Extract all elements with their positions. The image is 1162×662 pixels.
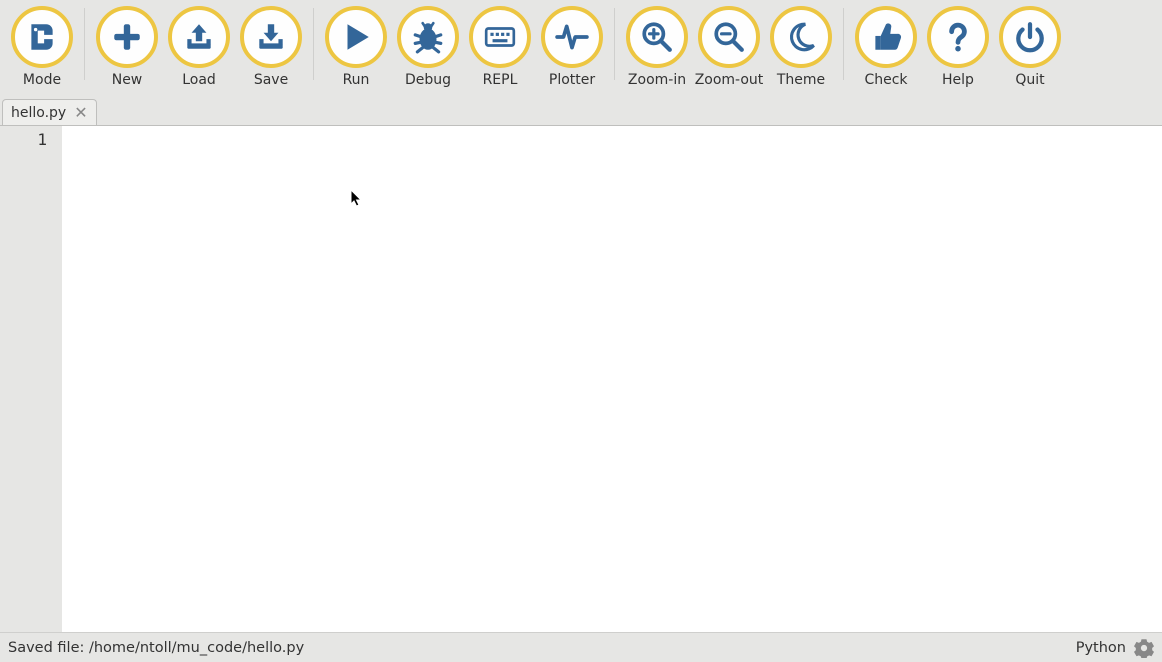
toolbar-group-0: Mode bbox=[2, 4, 82, 88]
toolbar: Mode New Load Save Run Debug REPL bbox=[0, 0, 1162, 98]
plotter-label: Plotter bbox=[549, 72, 595, 88]
save-label: Save bbox=[254, 72, 288, 88]
line-number: 1 bbox=[4, 130, 47, 149]
editor-pane: 1 bbox=[0, 126, 1162, 632]
tab-bar: hello.py ✕ bbox=[0, 98, 1162, 126]
zoom-out-label: Zoom-out bbox=[695, 72, 764, 88]
status-message: Saved file: /home/ntoll/mu_code/hello.py bbox=[8, 640, 304, 656]
close-icon[interactable]: ✕ bbox=[74, 105, 87, 121]
theme-label: Theme bbox=[777, 72, 825, 88]
toolbar-separator bbox=[84, 8, 85, 80]
bug-icon bbox=[397, 6, 459, 68]
repl-label: REPL bbox=[483, 72, 518, 88]
theme-button[interactable]: Theme bbox=[765, 4, 837, 88]
save-icon bbox=[240, 6, 302, 68]
mode-label: Mode bbox=[23, 72, 61, 88]
run-label: Run bbox=[343, 72, 370, 88]
moon-icon bbox=[770, 6, 832, 68]
toolbar-separator bbox=[614, 8, 615, 80]
help-icon bbox=[927, 6, 989, 68]
code-area[interactable] bbox=[62, 126, 1162, 632]
load-icon bbox=[168, 6, 230, 68]
thumbs-up-icon bbox=[855, 6, 917, 68]
zoom-in-icon bbox=[626, 6, 688, 68]
toolbar-group-2: Run Debug REPL Plotter bbox=[316, 4, 612, 88]
debug-button[interactable]: Debug bbox=[392, 4, 464, 88]
mode-button[interactable]: Mode bbox=[6, 4, 78, 88]
play-icon bbox=[325, 6, 387, 68]
plus-icon bbox=[96, 6, 158, 68]
load-label: Load bbox=[182, 72, 216, 88]
zoom-out-button[interactable]: Zoom-out bbox=[693, 4, 765, 88]
gear-icon bbox=[1134, 638, 1154, 658]
code-input[interactable] bbox=[68, 130, 1156, 628]
toolbar-group-3: Zoom-in Zoom-out Theme bbox=[617, 4, 841, 88]
save-button[interactable]: Save bbox=[235, 4, 307, 88]
toolbar-separator bbox=[313, 8, 314, 80]
toolbar-group-1: New Load Save bbox=[87, 4, 311, 88]
mode-icon bbox=[11, 6, 73, 68]
keyboard-icon bbox=[469, 6, 531, 68]
status-bar: Saved file: /home/ntoll/mu_code/hello.py… bbox=[0, 632, 1162, 662]
new-button[interactable]: New bbox=[91, 4, 163, 88]
pulse-icon bbox=[541, 6, 603, 68]
toolbar-separator bbox=[843, 8, 844, 80]
check-button[interactable]: Check bbox=[850, 4, 922, 88]
toolbar-group-4: Check Help Quit bbox=[846, 4, 1070, 88]
plotter-button[interactable]: Plotter bbox=[536, 4, 608, 88]
zoom-in-label: Zoom-in bbox=[628, 72, 686, 88]
file-tab[interactable]: hello.py ✕ bbox=[2, 99, 97, 125]
repl-button[interactable]: REPL bbox=[464, 4, 536, 88]
status-mode[interactable]: Python bbox=[1076, 640, 1126, 656]
power-icon bbox=[999, 6, 1061, 68]
new-label: New bbox=[112, 72, 143, 88]
zoom-out-icon bbox=[698, 6, 760, 68]
help-button[interactable]: Help bbox=[922, 4, 994, 88]
quit-label: Quit bbox=[1015, 72, 1044, 88]
zoom-in-button[interactable]: Zoom-in bbox=[621, 4, 693, 88]
run-button[interactable]: Run bbox=[320, 4, 392, 88]
debug-label: Debug bbox=[405, 72, 451, 88]
check-label: Check bbox=[864, 72, 907, 88]
tab-title: hello.py bbox=[11, 105, 66, 121]
quit-button[interactable]: Quit bbox=[994, 4, 1066, 88]
settings-button[interactable] bbox=[1134, 638, 1154, 658]
line-number-gutter: 1 bbox=[0, 126, 62, 632]
help-label: Help bbox=[942, 72, 974, 88]
load-button[interactable]: Load bbox=[163, 4, 235, 88]
